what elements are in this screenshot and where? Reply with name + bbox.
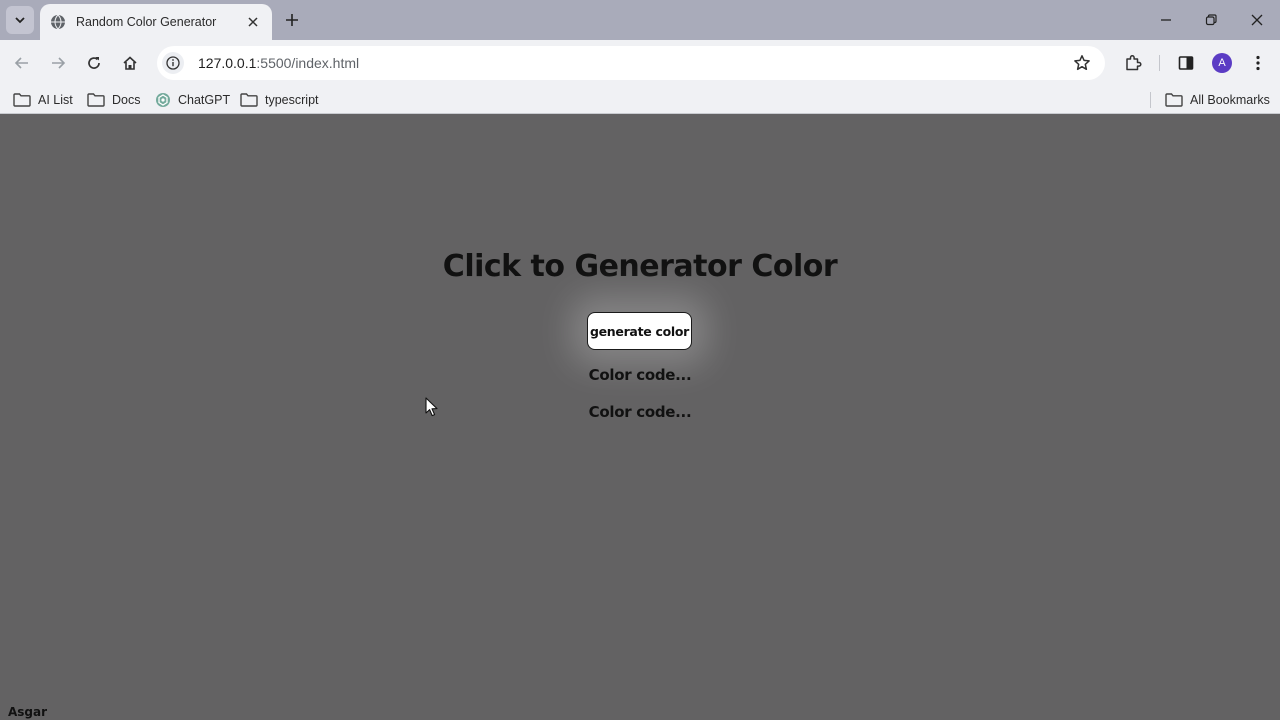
- forward-button[interactable]: [43, 48, 73, 78]
- reload-button[interactable]: [79, 48, 109, 78]
- close-icon: [1251, 14, 1263, 26]
- bookmark-typescript[interactable]: typescript: [240, 90, 319, 110]
- bookmark-docs[interactable]: Docs: [87, 90, 140, 110]
- profile-button[interactable]: A: [1207, 48, 1237, 78]
- tab-title: Random Color Generator: [76, 15, 217, 29]
- arrow-right-icon: [52, 57, 66, 69]
- folder-icon: [240, 93, 258, 107]
- side-panel-button[interactable]: [1171, 48, 1201, 78]
- generate-color-button[interactable]: generate color: [587, 312, 692, 350]
- chevron-down-icon: [15, 17, 25, 24]
- bookmark-ai-list[interactable]: AI List: [13, 90, 73, 110]
- plus-icon: [286, 14, 298, 26]
- avatar: A: [1212, 53, 1232, 73]
- home-button[interactable]: [115, 48, 145, 78]
- url-path: :5500/index.html: [256, 55, 360, 71]
- all-bookmarks-button[interactable]: All Bookmarks: [1165, 90, 1270, 110]
- bookmark-star-button[interactable]: [1073, 54, 1091, 72]
- browser-toolbar: 127.0.0.1:5500/index.html A: [0, 40, 1280, 86]
- address-bar[interactable]: 127.0.0.1:5500/index.html: [157, 46, 1105, 80]
- page-content: Click to Generator Color generate color …: [0, 121, 1280, 720]
- bookmark-label: AI List: [38, 93, 73, 107]
- extensions-button[interactable]: [1118, 48, 1148, 78]
- new-tab-button[interactable]: [280, 8, 304, 32]
- chatgpt-icon: [156, 93, 170, 107]
- bookmark-label: Docs: [112, 93, 141, 107]
- close-icon: [248, 17, 258, 27]
- restore-button[interactable]: [1197, 6, 1225, 34]
- browser-menu-button[interactable]: [1243, 48, 1273, 78]
- folder-icon: [13, 93, 31, 107]
- globe-icon: [51, 14, 65, 30]
- home-icon: [123, 56, 137, 70]
- toolbar-divider: [1159, 55, 1160, 71]
- folder-icon: [87, 93, 105, 107]
- side-panel-icon: [1178, 56, 1194, 70]
- star-icon: [1074, 55, 1090, 71]
- info-icon: [166, 56, 180, 70]
- back-button[interactable]: [7, 48, 37, 78]
- arrow-left-icon: [14, 57, 28, 69]
- close-window-button[interactable]: [1243, 6, 1271, 34]
- tab-search-button[interactable]: [6, 6, 34, 34]
- url-text: 127.0.0.1:5500/index.html: [198, 55, 359, 71]
- restore-icon: [1205, 14, 1217, 26]
- all-bookmarks-label: All Bookmarks: [1190, 93, 1270, 107]
- tab-strip: Random Color Generator: [0, 0, 1280, 40]
- color-code-text: Color code...: [588, 366, 692, 384]
- folder-icon: [1165, 93, 1183, 107]
- puzzle-icon: [1126, 54, 1142, 71]
- bookmarks-bar: AI List Docs ChatGPT typescript All Book…: [0, 86, 1280, 114]
- reload-icon: [88, 57, 100, 69]
- tab-active[interactable]: Random Color Generator: [40, 4, 272, 40]
- minimize-button[interactable]: [1152, 6, 1180, 34]
- bookmark-label: ChatGPT: [178, 93, 231, 107]
- bookmark-chatgpt[interactable]: ChatGPT: [155, 90, 230, 110]
- color-code-text: Color code...: [588, 403, 692, 421]
- footer-author-name: Asgar: [8, 705, 48, 719]
- url-host: 127.0.0.1: [198, 55, 257, 71]
- bookmark-label: typescript: [265, 93, 319, 107]
- bookmarks-divider: [1150, 92, 1151, 108]
- tab-close-button[interactable]: [244, 13, 262, 31]
- page-title: Click to Generator Color: [442, 249, 838, 284]
- minimize-icon: [1161, 19, 1171, 21]
- mouse-cursor-icon: [425, 397, 438, 417]
- more-vertical-icon: [1256, 55, 1260, 71]
- site-info-button[interactable]: [162, 52, 184, 74]
